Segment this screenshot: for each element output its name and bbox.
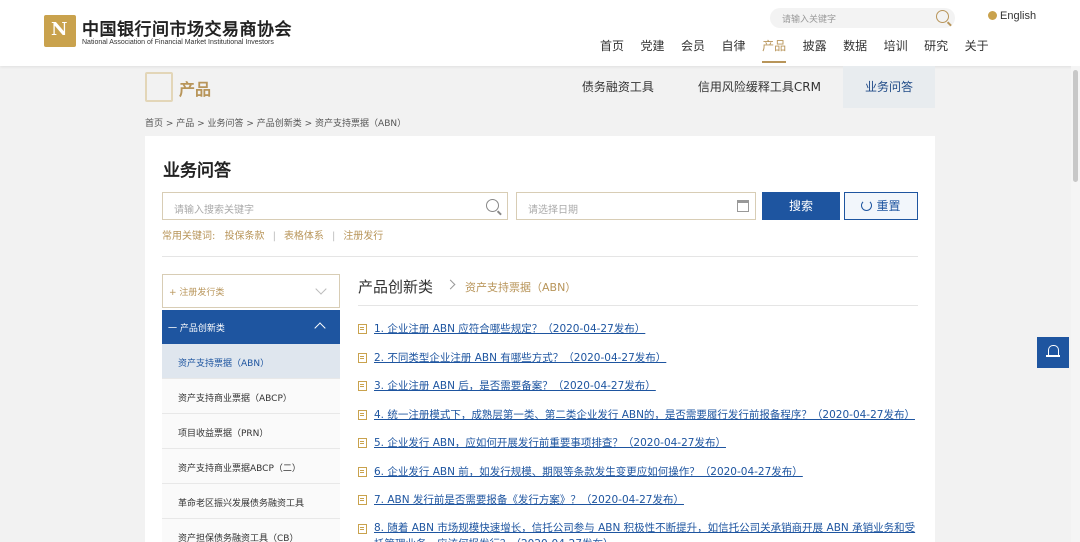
- sidebar-item-label: 革命老区振兴发展债务融资工具: [178, 499, 305, 509]
- list-item: 3. 企业注册 ABN 后，是否需要备案？（2020-04-27发布）: [358, 378, 918, 407]
- section-tabs: 债务融资工具 信用风险缓释工具CRM 业务问答: [560, 66, 935, 108]
- tab-business-qa[interactable]: 业务问答: [842, 66, 935, 108]
- keyword-placeholder: 请输入搜索关键字: [174, 205, 254, 216]
- list-item: 8. 随着 ABN 市场规模快速增长，信托公司参与 ABN 积极性不断提升，如信…: [358, 521, 918, 542]
- document-icon: [358, 352, 367, 363]
- hot-keyword-1[interactable]: 投保条款: [225, 231, 265, 242]
- globe-icon: [988, 11, 997, 20]
- nav-item-about[interactable]: 关于: [965, 37, 989, 60]
- sidebar-item-label: 资产支持票据（ABN）: [178, 359, 270, 369]
- content-header: 产品创新类 资产支持票据（ABN）: [358, 274, 918, 306]
- list-item: 5. 企业发行 ABN，应如何开展发行前重要事项排查？（2020-04-27发布…: [358, 435, 918, 464]
- list-item: 7. ABN 发行前是否需要报备《发行方案》？（2020-04-27发布）: [358, 492, 918, 521]
- question-link[interactable]: 6. 企业发行 ABN 前，如发行规模、期限等条款发生变更应如何操作？（2020…: [374, 464, 803, 479]
- sidebar-item-label: 项目收益票据（PRN）: [178, 429, 269, 439]
- nav-item-home[interactable]: 首页: [600, 37, 624, 60]
- list-item: 4. 统一注册模式下，成熟层第一类、第二类企业发行 ABN的，是否需要履行发行前…: [358, 407, 918, 436]
- question-link[interactable]: 8. 随着 ABN 市场规模快速增长，信托公司参与 ABN 积极性不断提升，如信…: [374, 520, 918, 542]
- document-icon: [358, 381, 367, 391]
- category-title: 产品创新类: [358, 278, 434, 296]
- reset-label: 重置: [876, 199, 901, 213]
- hot-keywords-label: 常用关键词:: [162, 231, 216, 242]
- search-icon[interactable]: [486, 199, 499, 212]
- section-title: 产品: [179, 80, 212, 99]
- question-link[interactable]: 3. 企业注册 ABN 后，是否需要备案？（2020-04-27发布）: [374, 378, 656, 393]
- sidebar-group-label: 一 产品创新类: [168, 324, 225, 334]
- sidebar-item-abn[interactable]: 资产支持票据（ABN）: [162, 344, 340, 379]
- reset-button[interactable]: 重置: [844, 192, 918, 220]
- sidebar-item-abcp[interactable]: 资产支持商业票据（ABCP）: [162, 379, 340, 414]
- org-name-cn: 中国银行间市场交易商协会: [82, 20, 292, 40]
- sidebar-item-prn[interactable]: 项目收益票据（PRN）: [162, 414, 340, 449]
- document-icon: [358, 438, 367, 448]
- divider: [162, 256, 918, 257]
- qa-content: 产品创新类 资产支持票据（ABN） 1. 企业注册 ABN 应符合哪些规定？（2…: [358, 274, 918, 542]
- search-button[interactable]: 搜索: [762, 192, 840, 220]
- keyword-search-input[interactable]: 请输入搜索关键字: [162, 192, 508, 220]
- document-icon: [358, 495, 367, 505]
- hot-keywords: 常用关键词: 投保条款 | 表格体系 | 注册发行: [162, 231, 384, 242]
- sidebar-group-registration[interactable]: + 注册发行类: [162, 274, 340, 308]
- date-picker-input[interactable]: 请选择日期: [516, 192, 756, 220]
- nafmii-logo[interactable]: [44, 15, 76, 47]
- subcategory-title: 资产支持票据（ABN）: [465, 281, 577, 294]
- list-item: 2. 不同类型企业注册 ABN 有哪些方式？（2020-04-27发布）: [358, 350, 918, 379]
- sidebar-group-label: + 注册发行类: [169, 288, 225, 298]
- notification-bell-icon[interactable]: [1037, 337, 1069, 368]
- section-logo-icon: [145, 72, 173, 102]
- hot-keyword-3[interactable]: 注册发行: [343, 231, 383, 242]
- chevron-down-icon: [315, 283, 327, 295]
- language-label: English: [1000, 10, 1037, 22]
- document-icon: [358, 409, 367, 420]
- date-placeholder: 请选择日期: [528, 205, 578, 216]
- main-nav: 首页 党建 会员 自律 产品 披露 数据 培训 研究 关于: [600, 37, 1005, 63]
- tab-crm[interactable]: 信用风险缓释工具CRM: [676, 66, 843, 108]
- nav-item-members[interactable]: 会员: [681, 37, 705, 60]
- question-link[interactable]: 1. 企业注册 ABN 应符合哪些规定？（2020-04-27发布）: [374, 321, 645, 336]
- search-icon[interactable]: [936, 10, 949, 23]
- question-link[interactable]: 4. 统一注册模式下，成熟层第一类、第二类企业发行 ABN的，是否需要履行发行前…: [374, 407, 915, 422]
- top-search-input[interactable]: 请输入关键字: [770, 8, 955, 28]
- category-sidebar: + 注册发行类 一 产品创新类 资产支持票据（ABN） 资产支持商业票据（ABC…: [162, 274, 340, 542]
- breadcrumb[interactable]: 首页 > 产品 > 业务问答 > 产品创新类 > 资产支持票据（ABN）: [145, 116, 406, 129]
- nav-item-self-regulation[interactable]: 自律: [722, 37, 746, 60]
- section-header: 产品 债务融资工具 信用风险缓释工具CRM 业务问答: [145, 66, 935, 108]
- document-icon: [358, 523, 367, 534]
- nav-item-data[interactable]: 数据: [843, 37, 867, 60]
- top-search-placeholder: 请输入关键字: [782, 15, 837, 25]
- site-header: 中国银行间市场交易商协会 National Association of Fin…: [0, 0, 1080, 66]
- calendar-icon[interactable]: [737, 200, 749, 212]
- list-item: 1. 企业注册 ABN 应符合哪些规定？（2020-04-27发布）: [358, 321, 918, 350]
- sidebar-item-abcp-2[interactable]: 资产支持商业票据ABCP（二）: [162, 449, 340, 484]
- scrollbar-thumb[interactable]: [1073, 70, 1078, 182]
- refresh-icon: [861, 200, 873, 211]
- page-title: 业务问答: [163, 161, 231, 181]
- document-icon: [358, 466, 367, 477]
- qa-panel: 业务问答 请输入搜索关键字 请选择日期 搜索 重置 常用关键词: 投保条款 | 表格…: [145, 136, 935, 542]
- document-icon: [358, 324, 367, 334]
- question-link[interactable]: 2. 不同类型企业注册 ABN 有哪些方式？（2020-04-27发布）: [374, 350, 666, 365]
- nav-item-research[interactable]: 研究: [924, 37, 948, 60]
- nav-item-products[interactable]: 产品: [762, 37, 787, 63]
- sidebar-group-innovation[interactable]: 一 产品创新类: [162, 310, 340, 344]
- org-name-en: National Association of Financial Market…: [82, 39, 274, 46]
- sidebar-item-label: 资产担保债务融资工具（CB）: [178, 534, 299, 542]
- sidebar-item-label: 资产支持商业票据（ABCP）: [178, 394, 292, 404]
- question-link[interactable]: 7. ABN 发行前是否需要报备《发行方案》？（2020-04-27发布）: [374, 492, 684, 507]
- chevron-right-icon: [445, 279, 456, 290]
- sidebar-item-cb[interactable]: 资产担保债务融资工具（CB）: [162, 519, 340, 542]
- nav-item-training[interactable]: 培训: [884, 37, 908, 60]
- nav-item-party[interactable]: 党建: [641, 37, 665, 60]
- chevron-up-icon: [314, 322, 326, 334]
- list-item: 6. 企业发行 ABN 前，如发行规模、期限等条款发生变更应如何操作？（2020…: [358, 464, 918, 493]
- language-switch[interactable]: English: [988, 10, 1036, 22]
- tab-debt-financing[interactable]: 债务融资工具: [560, 66, 676, 108]
- nav-item-disclosure[interactable]: 披露: [803, 37, 827, 60]
- question-list: 1. 企业注册 ABN 应符合哪些规定？（2020-04-27发布） 2. 不同…: [358, 321, 918, 542]
- sidebar-item-label: 资产支持商业票据ABCP（二）: [178, 464, 301, 474]
- sidebar-item-old-revolutionary[interactable]: 革命老区振兴发展债务融资工具: [162, 484, 340, 519]
- hot-keyword-2[interactable]: 表格体系: [284, 231, 324, 242]
- question-link[interactable]: 5. 企业发行 ABN，应如何开展发行前重要事项排查？（2020-04-27发布…: [374, 435, 726, 450]
